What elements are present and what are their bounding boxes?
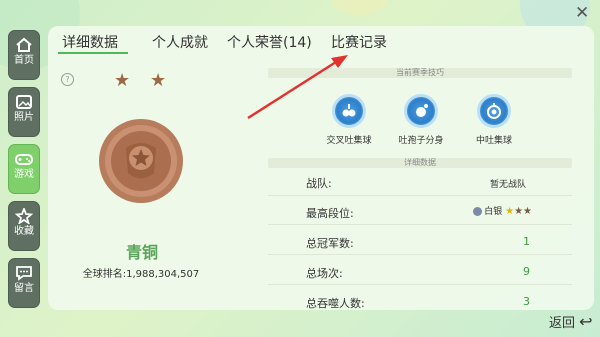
section-title-details: 详细数据 — [268, 158, 572, 168]
back-label: 返回 — [549, 316, 576, 331]
spore-split-icon — [404, 94, 438, 128]
star-empty-icon: ★ — [523, 206, 532, 217]
detail-row-total-matches: 总场次: 9 — [268, 261, 572, 283]
silver-medal-icon — [473, 207, 483, 216]
detail-key: 最高段位: — [306, 207, 354, 220]
row-divider — [268, 284, 572, 285]
skill-spore-split[interactable]: 吐孢子分身 — [386, 94, 456, 146]
row-divider — [268, 224, 572, 225]
bronze-medal-icon — [99, 119, 183, 203]
sidebar-item-favorites[interactable]: 收藏 — [8, 201, 40, 251]
sidebar-item-label: 收藏 — [14, 226, 34, 237]
sidebar-item-label: 留言 — [14, 283, 34, 294]
main-panel: 详细数据 个人成就 个人荣誉(14) 比赛记录 ? ★ ★ 青铜 全球排名:1,… — [48, 26, 594, 310]
question-icon[interactable]: ? — [61, 73, 74, 86]
back-arrow-icon: ↩ — [579, 312, 593, 331]
rank-star-icon: ★ — [114, 70, 131, 91]
tab-details[interactable]: 详细数据 — [62, 32, 118, 52]
sidebar-item-label: 首页 — [14, 55, 34, 66]
sidebar-item-label: 游戏 — [14, 169, 34, 180]
detail-key: 总吞噬人数: — [306, 297, 365, 310]
detail-value: 暂无战队 — [489, 180, 526, 190]
section-title-skills: 当前赛季技巧 — [268, 68, 572, 78]
detail-value: 1 — [523, 235, 530, 248]
detail-key: 总场次: — [306, 267, 343, 280]
close-icon[interactable]: ✕ — [575, 3, 589, 23]
detail-row-championships: 总冠军数: 1 — [268, 231, 572, 253]
sidebar-item-home[interactable]: 首页 — [8, 30, 40, 80]
skill-name: 交叉吐集球 — [326, 136, 372, 146]
sidebar-item-label: 照片 — [14, 112, 34, 123]
row-divider — [268, 195, 572, 196]
message-icon — [16, 266, 32, 281]
detail-row-team: 战队: 暂无战队 — [268, 171, 572, 193]
back-button[interactable]: 返回 ↩ — [549, 312, 593, 331]
sidebar-item-games[interactable]: 游戏 — [8, 144, 40, 194]
detail-row-total-eaten: 总吞噬人数: 3 — [268, 291, 572, 310]
center-spit-icon — [477, 94, 511, 128]
detail-key: 总冠军数: — [306, 237, 354, 250]
tab-match-records[interactable]: 比赛记录 — [331, 32, 387, 52]
skill-name: 吐孢子分身 — [398, 136, 444, 146]
skill-name: 中吐集球 — [475, 136, 512, 146]
photo-icon — [16, 95, 32, 109]
active-tab-indicator — [58, 52, 128, 54]
row-divider — [268, 254, 572, 255]
skill-center-spit[interactable]: 中吐集球 — [459, 94, 529, 146]
background-bubble — [330, 0, 390, 15]
tab-achievements[interactable]: 个人成就 — [152, 32, 208, 52]
skill-cross-spit[interactable]: 交叉吐集球 — [314, 94, 384, 146]
detail-key: 战队: — [306, 177, 332, 190]
home-icon — [16, 37, 32, 52]
sidebar-item-messages[interactable]: 留言 — [8, 258, 40, 308]
detail-row-highest-rank: 最高段位: 白银 ★★★ — [268, 201, 572, 223]
global-rank: 全球排名:1,988,304,507 — [82, 269, 200, 280]
sidebar-item-photo[interactable]: 照片 — [8, 87, 40, 137]
highest-rank-value: 白银 ★★★ — [473, 204, 532, 217]
star-badge-icon — [15, 208, 33, 224]
gamepad-icon — [15, 154, 33, 165]
detail-value: 白银 — [484, 207, 503, 217]
detail-value: 3 — [523, 295, 530, 308]
rank-name: 青铜 — [125, 243, 158, 262]
tab-honors[interactable]: 个人荣誉(14) — [227, 32, 312, 52]
rank-star-icon: ★ — [150, 70, 167, 91]
star-empty-icon: ★ — [514, 206, 524, 217]
detail-value: 9 — [523, 265, 530, 278]
star-filled-icon: ★ — [505, 206, 515, 217]
cross-spit-icon — [332, 94, 366, 128]
